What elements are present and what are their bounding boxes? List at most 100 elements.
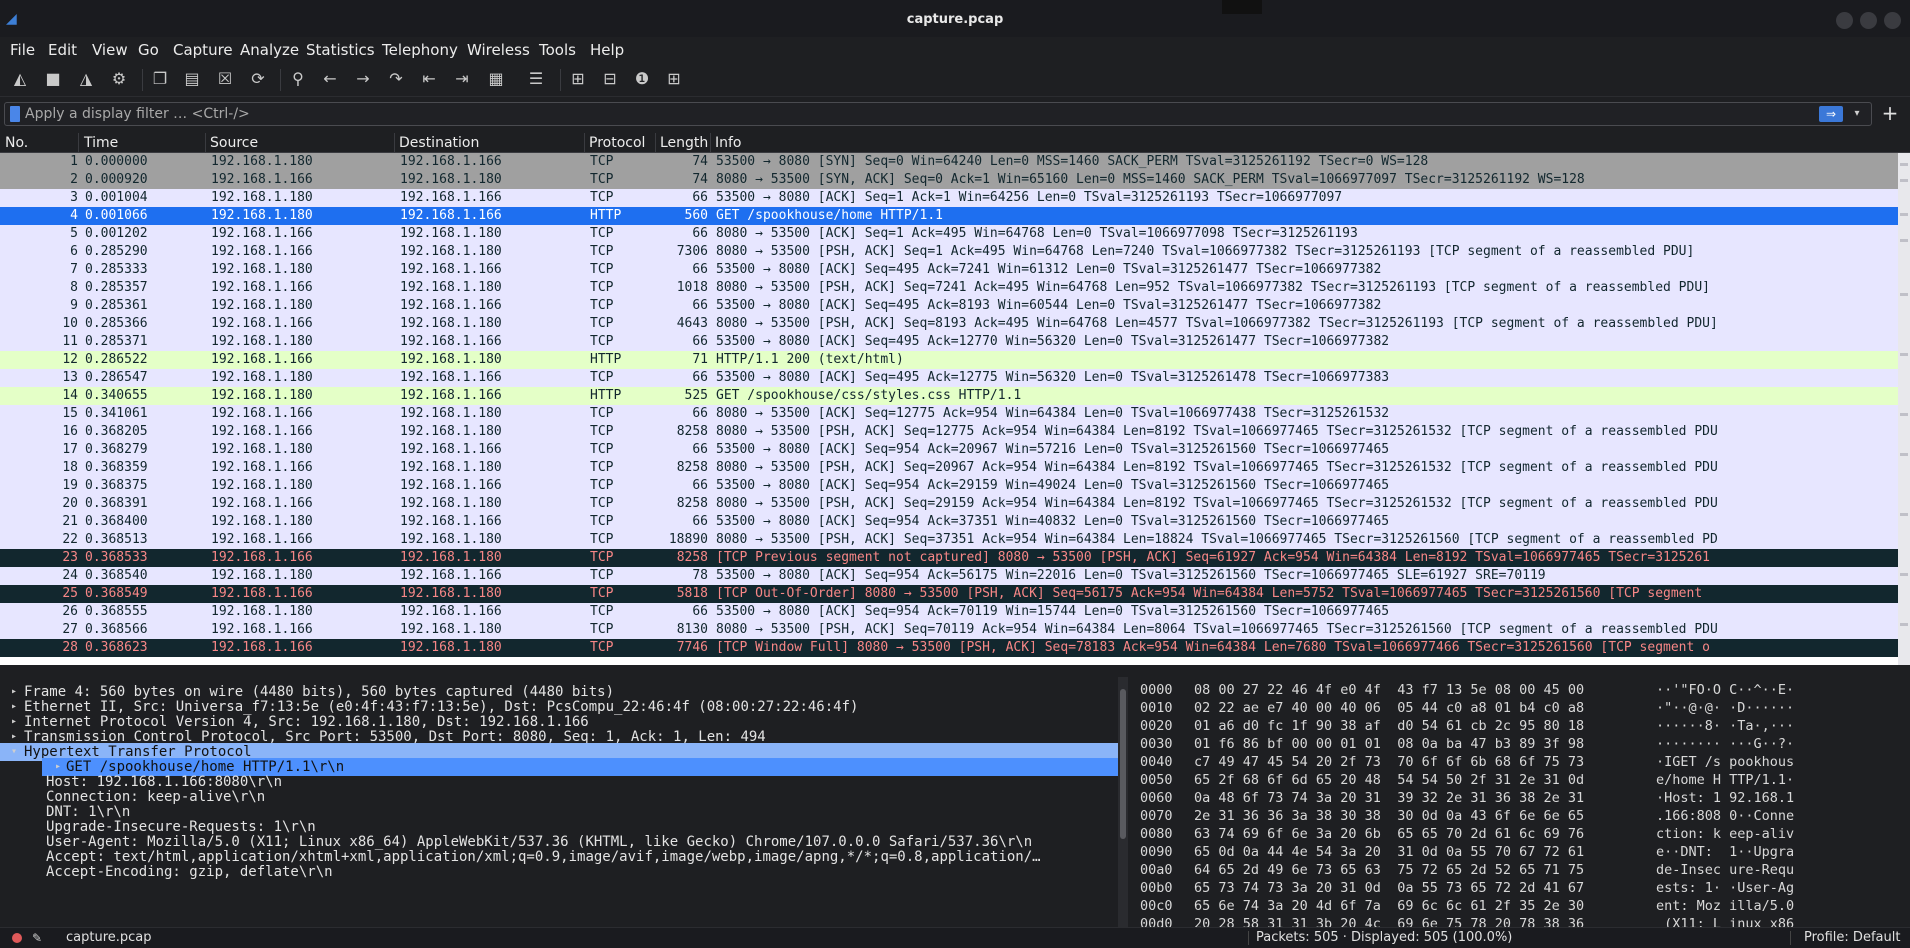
pane-splitter[interactable]	[0, 665, 1910, 677]
packet-row[interactable]: 18 0.368359 192.168.1.166 192.168.1.180 TCP 8…	[0, 459, 1910, 477]
menu-file[interactable]: File	[10, 41, 35, 59]
hex-dump-row[interactable]: 0000 08 00 27 22 46 4f e0 4f 43 f7 13 5e …	[1134, 681, 1910, 699]
back-arrow-icon[interactable]: ←	[318, 67, 342, 91]
packet-row[interactable]: 19 0.368375 192.168.1.180 192.168.1.166 TCP 6…	[0, 477, 1910, 495]
packet-row[interactable]: 22 0.368513 192.168.1.166 192.168.1.180 TCP 1…	[0, 531, 1910, 549]
resize-columns-icon[interactable]: ⊞	[662, 67, 686, 91]
open-file-icon[interactable]: ❐	[148, 67, 172, 91]
close-file-icon[interactable]: ☒	[213, 67, 237, 91]
hex-dump-row[interactable]: 00a0 64 65 2d 49 6e 73 65 63 75 72 65 2d …	[1134, 861, 1910, 879]
packet-row[interactable]: 9 0.285361 192.168.1.180 192.168.1.166 TCP 66…	[0, 297, 1910, 315]
reload-icon[interactable]: ⟳	[246, 67, 270, 91]
packet-row[interactable]: 17 0.368279 192.168.1.180 192.168.1.166 TCP 6…	[0, 441, 1910, 459]
packet-row[interactable]: 20 0.368391 192.168.1.166 192.168.1.180 TCP 8…	[0, 495, 1910, 513]
packet-row[interactable]: 26 0.368555 192.168.1.180 192.168.1.166 TCP 6…	[0, 603, 1910, 621]
hex-dump-row[interactable]: 00c0 65 6e 74 3a 20 4d 6f 7a 69 6c 6c 61 …	[1134, 897, 1910, 915]
packet-row[interactable]: 10 0.285366 192.168.1.166 192.168.1.180 TCP 4…	[0, 315, 1910, 333]
hex-dump-row[interactable]: 0040 c7 49 47 45 54 20 2f 73 70 6f 6f 6b …	[1134, 753, 1910, 771]
hex-dump-row[interactable]: 0010 02 22 ae e7 40 00 40 06 05 44 c0 a8 …	[1134, 699, 1910, 717]
details-scrollbar-thumb[interactable]	[1120, 689, 1126, 839]
hex-dump-row[interactable]: 0070 2e 31 36 36 3a 38 30 38 30 0d 0a 43 …	[1134, 807, 1910, 825]
packet-row[interactable]: 1 0.000000 192.168.1.180 192.168.1.166 TCP 74…	[0, 153, 1910, 171]
gear-options-icon[interactable]: ⚙	[107, 67, 131, 91]
packet-row[interactable]: 7 0.285333 192.168.1.180 192.168.1.166 TCP 66…	[0, 261, 1910, 279]
shark-fin-start-icon[interactable]: ◭	[8, 67, 32, 91]
menu-help[interactable]: Help	[590, 41, 624, 59]
menu-edit[interactable]: Edit	[48, 41, 77, 59]
filter-history-dropdown-icon[interactable]: ▾	[1849, 105, 1865, 123]
normal-size-icon[interactable]: ❶	[630, 67, 654, 91]
shark-fin-restart-icon[interactable]: ◮	[74, 67, 98, 91]
packet-row[interactable]: 6 0.285290 192.168.1.166 192.168.1.180 TCP 73…	[0, 243, 1910, 261]
display-filter-input[interactable]	[25, 104, 1805, 124]
maximize-button[interactable]	[1860, 12, 1877, 29]
filter-bookmark-icon[interactable]	[10, 106, 20, 122]
packet-row[interactable]: 16 0.368205 192.168.1.166 192.168.1.180 TCP 8…	[0, 423, 1910, 441]
packet-row[interactable]: 21 0.368400 192.168.1.180 192.168.1.166 TCP 6…	[0, 513, 1910, 531]
hex-dump-row[interactable]: 00d0 20 28 58 31 31 3b 20 4c 69 6e 75 78 …	[1134, 915, 1910, 927]
colorize-icon[interactable]: ☰	[524, 67, 548, 91]
jump-to-icon[interactable]: ↷	[384, 67, 408, 91]
packet-row[interactable]: 4 0.001066 192.168.1.180 192.168.1.166 HTTP 5…	[0, 207, 1910, 225]
column-header-protocol[interactable]: Protocol	[589, 135, 645, 151]
menu-capture[interactable]: Capture	[173, 41, 233, 59]
expand-arrow-icon[interactable]: ▾	[8, 743, 20, 761]
column-divider[interactable]	[78, 133, 79, 153]
hex-dump-row[interactable]: 0080 63 74 69 6f 6e 3a 20 6b 65 65 70 2d …	[1134, 825, 1910, 843]
packet-row[interactable]: 11 0.285371 192.168.1.180 192.168.1.166 TCP 6…	[0, 333, 1910, 351]
zoom-out-icon[interactable]: ⊟	[598, 67, 622, 91]
packet-row[interactable]: 3 0.001004 192.168.1.180 192.168.1.166 TCP 66…	[0, 189, 1910, 207]
packet-list-scrollbar[interactable]	[1898, 153, 1910, 665]
menu-view[interactable]: View	[92, 41, 128, 59]
capture-comment-icon[interactable]: ✎	[32, 928, 42, 948]
packet-row[interactable]: 24 0.368540 192.168.1.180 192.168.1.166 TCP 7…	[0, 567, 1910, 585]
packet-row[interactable]: 25 0.368549 192.168.1.166 192.168.1.180 TCP 5…	[0, 585, 1910, 603]
column-header-source[interactable]: Source	[210, 135, 258, 151]
column-divider[interactable]	[394, 133, 395, 153]
search-icon[interactable]: ⚲	[286, 67, 310, 91]
column-header-destination[interactable]: Destination	[399, 135, 479, 151]
packet-row[interactable]: 8 0.285357 192.168.1.166 192.168.1.180 TCP 10…	[0, 279, 1910, 297]
expert-info-icon[interactable]	[12, 933, 22, 943]
details-scrollbar[interactable]	[1118, 677, 1128, 927]
packet-row[interactable]: 13 0.286547 192.168.1.180 192.168.1.166 TCP 6…	[0, 369, 1910, 387]
apply-filter-button[interactable]: ⇒	[1819, 106, 1843, 122]
packet-row[interactable]: 15 0.341061 192.168.1.166 192.168.1.180 TCP 6…	[0, 405, 1910, 423]
column-header-length[interactable]: Length	[660, 135, 708, 151]
packet-row[interactable]: 5 0.001202 192.168.1.166 192.168.1.180 TCP 66…	[0, 225, 1910, 243]
stop-square-icon[interactable]: ■	[41, 67, 65, 91]
menu-tools[interactable]: Tools	[539, 41, 576, 59]
column-header-no[interactable]: No.	[5, 135, 28, 151]
packet-row[interactable]: 2 0.000920 192.168.1.166 192.168.1.180 TCP 74…	[0, 171, 1910, 189]
file-save-icon[interactable]: ▤	[180, 67, 204, 91]
column-divider[interactable]	[710, 133, 711, 153]
hex-dump-row[interactable]: 0060 0a 48 6f 73 74 3a 20 31 39 32 2e 31 …	[1134, 789, 1910, 807]
hex-dump-row[interactable]: 0030 01 f6 86 bf 00 00 01 01 08 0a ba 47 …	[1134, 735, 1910, 753]
hex-dump-row[interactable]: 0090 65 0d 0a 44 4e 54 3a 20 31 0d 0a 55 …	[1134, 843, 1910, 861]
column-divider[interactable]	[205, 133, 206, 153]
menu-wireless[interactable]: Wireless	[467, 41, 530, 59]
hex-dump-row[interactable]: 00b0 65 73 74 73 3a 20 31 0d 0a 55 73 65 …	[1134, 879, 1910, 897]
packet-row[interactable]: 28 0.368623 192.168.1.166 192.168.1.180 TCP 7…	[0, 639, 1910, 657]
hex-dump-row[interactable]: 0050 65 2f 68 6f 6d 65 20 48 54 54 50 2f …	[1134, 771, 1910, 789]
first-packet-icon[interactable]: ⇤	[417, 67, 441, 91]
hex-dump-row[interactable]: 0020 01 a6 d0 fc 1f 90 38 af d0 54 61 cb …	[1134, 717, 1910, 735]
packet-row[interactable]: 23 0.368533 192.168.1.166 192.168.1.180 TCP 8…	[0, 549, 1910, 567]
autoscroll-icon[interactable]: ▦	[484, 67, 508, 91]
add-filter-button[interactable]: +	[1878, 101, 1902, 125]
packet-row[interactable]: 14 0.340655 192.168.1.180 192.168.1.166 HTTP…	[0, 387, 1910, 405]
close-window-button[interactable]	[1884, 12, 1901, 29]
column-divider[interactable]	[584, 133, 585, 153]
column-header-time[interactable]: Time	[84, 135, 118, 151]
details-tree-item[interactable]: Accept-Encoding: gzip, deflate\r\n	[0, 863, 1118, 881]
status-profile[interactable]: Profile: Default	[1804, 928, 1900, 948]
menu-go[interactable]: Go	[138, 41, 159, 59]
forward-arrow-icon[interactable]: →	[351, 67, 375, 91]
last-packet-icon[interactable]: ⇥	[450, 67, 474, 91]
packet-row[interactable]: 27 0.368566 192.168.1.166 192.168.1.180 TCP 8…	[0, 621, 1910, 639]
zoom-in-icon[interactable]: ⊞	[566, 67, 590, 91]
menu-telephony[interactable]: Telephony	[382, 41, 458, 59]
minimize-button[interactable]	[1836, 12, 1853, 29]
menu-analyze[interactable]: Analyze	[240, 41, 299, 59]
column-divider[interactable]	[655, 133, 656, 153]
